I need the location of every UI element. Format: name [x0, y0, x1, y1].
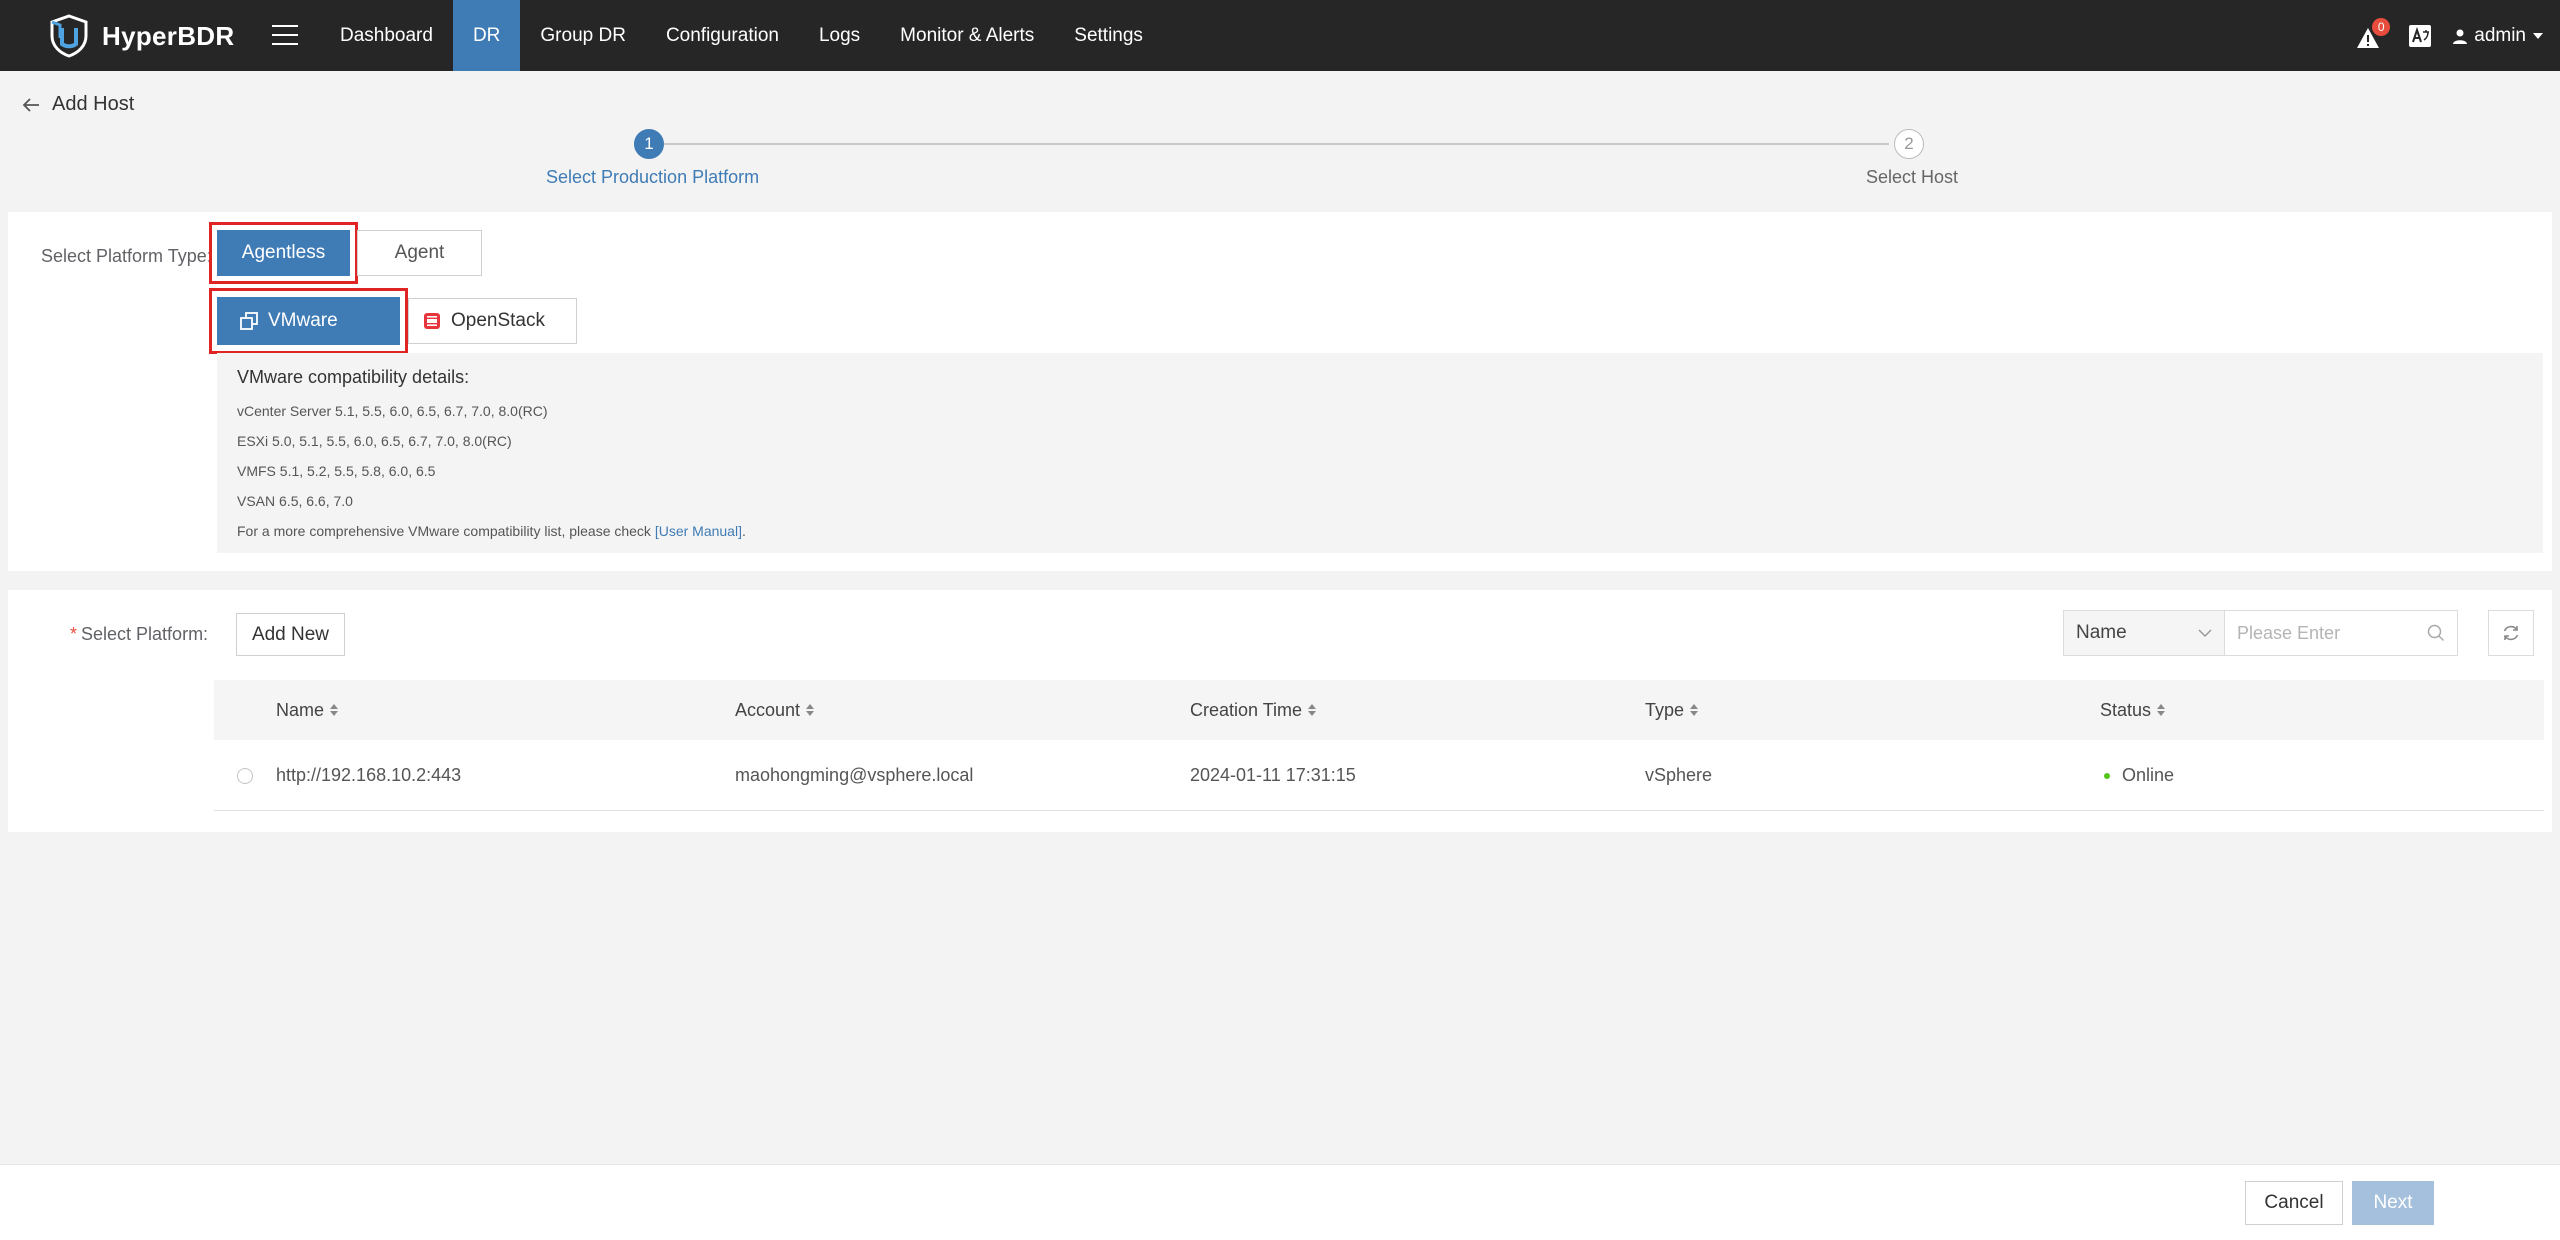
topbar-actions: 0 admin: [2354, 0, 2544, 71]
select-platform-panel: *Select Platform: Add New Name Name: [8, 590, 2552, 832]
select-platform-label: * Select Platform:: [70, 624, 209, 644]
openstack-label: OpenStack: [451, 310, 545, 331]
agentless-button[interactable]: Agentless: [217, 230, 350, 276]
refresh-button[interactable]: [2488, 610, 2534, 656]
nav-item-logs[interactable]: Logs: [799, 0, 880, 71]
app-logo[interactable]: HyperBDR: [48, 14, 234, 58]
sort-icon: [1308, 704, 1317, 716]
compat-vmfs: VMFS 5.1, 5.2, 5.5, 5.8, 6.0, 6.5: [237, 463, 436, 479]
table-header: Name Account Creation Time Type Status: [214, 680, 2544, 740]
vmware-button[interactable]: VMware: [217, 297, 400, 345]
user-menu[interactable]: admin: [2452, 25, 2544, 47]
compatibility-title: VMware compatibility details:: [237, 367, 470, 387]
cell-creation-time: 2024-01-11 17:31:15: [1190, 765, 1356, 785]
column-type[interactable]: Type: [1645, 680, 1699, 740]
sort-icon: [1690, 704, 1699, 716]
compat-esxi: ESXi 5.0, 5.1, 5.5, 6.0, 6.5, 6.7, 7.0, …: [237, 433, 512, 449]
status-online-dot: [2104, 773, 2110, 780]
search-field-value: Name: [2076, 622, 2127, 643]
main-nav: Dashboard DR Group DR Configuration Logs…: [320, 0, 1163, 71]
cell-status: Online: [2104, 740, 2174, 811]
arrow-left-icon: [22, 97, 39, 112]
compat-vsan: VSAN 6.5, 6.6, 7.0: [237, 493, 353, 509]
alert-count-badge: 0: [2372, 17, 2391, 36]
compat-vcenter: vCenter Server 5.1, 5.5, 6.0, 6.5, 6.7, …: [237, 403, 548, 419]
step-1-label: Select Production Platform: [546, 167, 760, 187]
username: admin: [2474, 24, 2526, 46]
caret-down-icon: [2533, 32, 2543, 39]
step-1-indicator: 1: [634, 129, 664, 159]
row-select-radio[interactable]: [237, 768, 253, 784]
platform-type-label: Select Platform Type:: [41, 246, 212, 266]
agent-button[interactable]: Agent: [357, 230, 482, 276]
search-field-select[interactable]: Name: [2063, 610, 2225, 656]
step-2-indicator: 2: [1894, 129, 1924, 159]
status-text: Online: [2122, 765, 2175, 785]
column-account[interactable]: Account: [735, 680, 815, 740]
sort-icon: [2157, 704, 2166, 716]
compat-note: For a more comprehensive VMware compatib…: [237, 516, 2523, 546]
step-2-label: Select Host: [1866, 167, 1959, 187]
nav-item-monitor-alerts[interactable]: Monitor & Alerts: [880, 0, 1054, 71]
next-button[interactable]: Next: [2352, 1181, 2434, 1225]
vmware-label: VMware: [268, 310, 338, 331]
app-name: HyperBDR: [102, 20, 235, 51]
nav-item-settings[interactable]: Settings: [1054, 0, 1163, 71]
cell-name: http://192.168.10.2:443: [276, 765, 462, 785]
nav-item-dashboard[interactable]: Dashboard: [320, 0, 453, 71]
platform-table: Name Account Creation Time Type Status h…: [214, 680, 2544, 811]
alerts-button[interactable]: 0: [2354, 17, 2391, 54]
steps-progress-line: [664, 143, 1889, 145]
table-row[interactable]: http://192.168.10.2:443 maohongming@vsph…: [214, 740, 2544, 811]
openstack-button[interactable]: OpenStack: [408, 298, 577, 344]
page-title: Add Host: [52, 93, 135, 115]
search-input[interactable]: [2237, 622, 2427, 644]
user-icon: [2453, 29, 2468, 44]
hyperbdr-shield-icon: [50, 14, 88, 58]
footer-bar: Cancel Next: [0, 1164, 2560, 1240]
cell-account: maohongming@vsphere.local: [735, 765, 974, 785]
nav-item-group-dr[interactable]: Group DR: [520, 0, 646, 71]
top-navigation-bar: HyperBDR Dashboard DR Group DR Configura…: [0, 0, 2560, 71]
language-switch-icon[interactable]: [2408, 24, 2432, 48]
sort-icon: [806, 704, 815, 716]
back-link[interactable]: Add Host: [22, 93, 134, 116]
sort-icon: [330, 704, 339, 716]
compat-note-prefix: For a more comprehensive VMware compatib…: [237, 523, 655, 539]
cancel-button[interactable]: Cancel: [2245, 1181, 2343, 1225]
nav-item-configuration[interactable]: Configuration: [646, 0, 799, 71]
menu-toggle-icon[interactable]: [272, 21, 298, 49]
column-creation-time[interactable]: Creation Time: [1190, 680, 1317, 740]
search-icon[interactable]: [2427, 624, 2445, 642]
add-new-button[interactable]: Add New: [236, 613, 345, 656]
cell-type: vSphere: [1645, 765, 1713, 785]
chevron-down-icon: [2198, 629, 2212, 638]
compatibility-details: VMware compatibility details: vCenter Se…: [217, 353, 2543, 553]
column-status[interactable]: Status: [2100, 680, 2166, 740]
openstack-icon: [424, 313, 440, 329]
nav-item-dr[interactable]: DR: [452, 0, 521, 71]
platform-type-panel: Select Platform Type: Agentless Agent VM…: [8, 212, 2552, 571]
column-name[interactable]: Name: [276, 680, 339, 740]
search-box: [2225, 610, 2458, 656]
refresh-icon: [2503, 625, 2519, 641]
user-manual-link[interactable]: [User Manual]: [655, 523, 742, 539]
compat-note-suffix: .: [741, 523, 746, 539]
required-mark: *: [70, 624, 78, 644]
vmware-icon: [240, 312, 258, 330]
